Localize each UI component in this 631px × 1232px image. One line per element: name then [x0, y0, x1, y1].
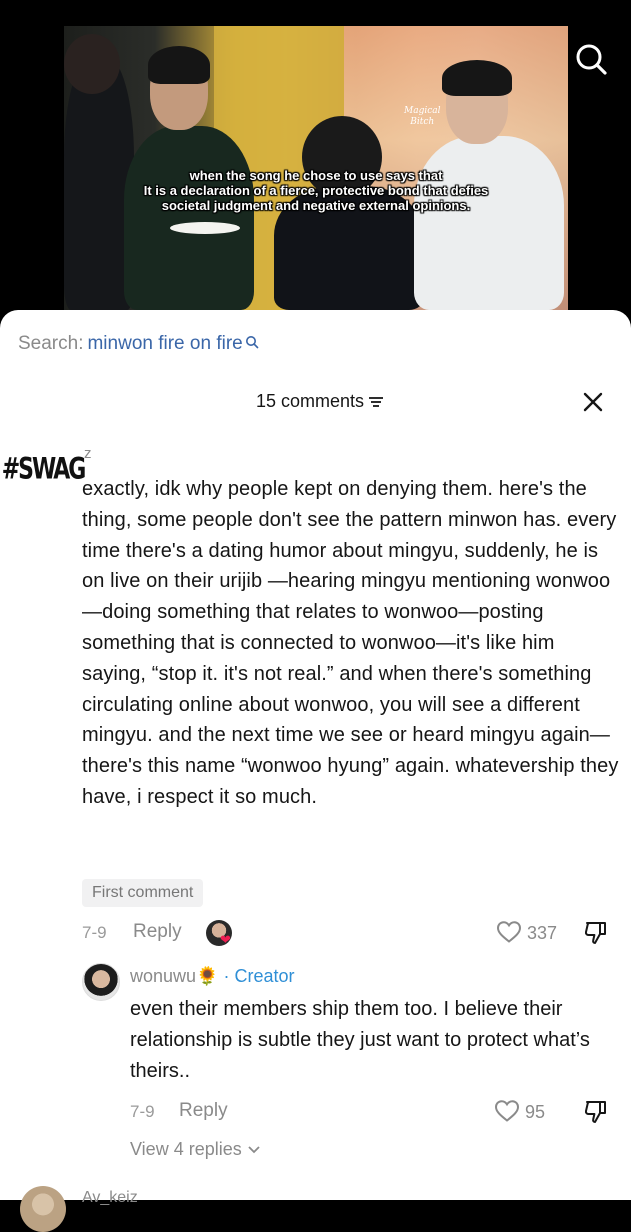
reply-heart-icon[interactable]	[494, 1099, 520, 1123]
reply-username[interactable]: wonuwu	[130, 966, 196, 986]
reply-text: even their members ship them too. I beli…	[130, 998, 590, 1082]
reply-dislike-icon[interactable]	[582, 1098, 610, 1126]
creator-label: Creator	[234, 966, 295, 986]
reply-button[interactable]: Reply	[133, 921, 182, 943]
dislike-icon[interactable]	[582, 919, 610, 947]
person-right-body	[414, 136, 564, 310]
comment-username[interactable]: z	[84, 445, 92, 462]
liked-by-creator-heart-icon: ❤	[220, 932, 231, 947]
comments-panel: Search: minwon fire on fire 15 comments #…	[0, 310, 631, 1232]
search-suggestion[interactable]: Search: minwon fire on fire	[18, 333, 259, 355]
sunflower-icon: 🌻	[196, 966, 219, 986]
creator-separator: ·	[223, 966, 230, 986]
next-comment-username[interactable]: Av_keiz	[82, 1189, 138, 1207]
comment-date: 7-9	[82, 923, 107, 942]
search-small-icon	[245, 336, 259, 349]
reply-reply-button[interactable]: Reply	[179, 1100, 228, 1122]
close-icon[interactable]	[582, 391, 604, 413]
subtitle-line: societal judgment and negative external …	[161, 198, 471, 213]
comments-count: 15 comments	[256, 391, 365, 411]
reply-username-line[interactable]: wonuwu🌻 · Creator	[130, 966, 295, 987]
subtitle-line: It is a declaration of a fierce, protect…	[143, 183, 489, 198]
search-prefix: Search:	[18, 333, 84, 354]
chevron-down-icon	[248, 1146, 260, 1154]
reply-date: 7-9	[130, 1102, 155, 1121]
search-icon[interactable]	[574, 42, 608, 76]
person-right-hair	[442, 60, 512, 96]
view-replies-label: View 4 replies	[130, 1139, 242, 1159]
comment-text: exactly, idk why people kept on denying …	[82, 478, 619, 808]
shop-sign: Magical Bitch	[404, 106, 441, 128]
next-comment-avatar[interactable]	[20, 1186, 66, 1232]
subtitle-line: when the song he chose to use says that	[189, 168, 443, 183]
like-count: 337	[527, 923, 558, 943]
avatar[interactable]: #SWAG	[2, 430, 87, 508]
video-frame[interactable]: Magical Bitch when the song he chose to …	[64, 26, 568, 310]
reply-like-count: 95	[525, 1102, 546, 1122]
first-comment-badge: First comment	[82, 879, 204, 907]
heart-icon[interactable]	[496, 920, 522, 944]
sort-icon[interactable]	[368, 395, 384, 409]
video-player[interactable]: Magical Bitch when the song he chose to …	[0, 0, 631, 320]
shop-sign-line2: Bitch	[410, 117, 435, 127]
video-subtitles: when the song he chose to use says that …	[64, 168, 568, 213]
view-replies-button[interactable]: View 4 replies	[130, 1139, 261, 1160]
reply-avatar[interactable]	[82, 963, 120, 1001]
person-left-head	[64, 34, 120, 94]
comments-count-sort[interactable]: 15 comments	[256, 391, 384, 412]
beanie	[148, 46, 210, 84]
plate	[170, 222, 240, 234]
shop-sign-line1: Magical	[404, 106, 441, 116]
person-beanie-body	[124, 126, 254, 310]
search-query-link[interactable]: minwon fire on fire	[87, 333, 242, 354]
